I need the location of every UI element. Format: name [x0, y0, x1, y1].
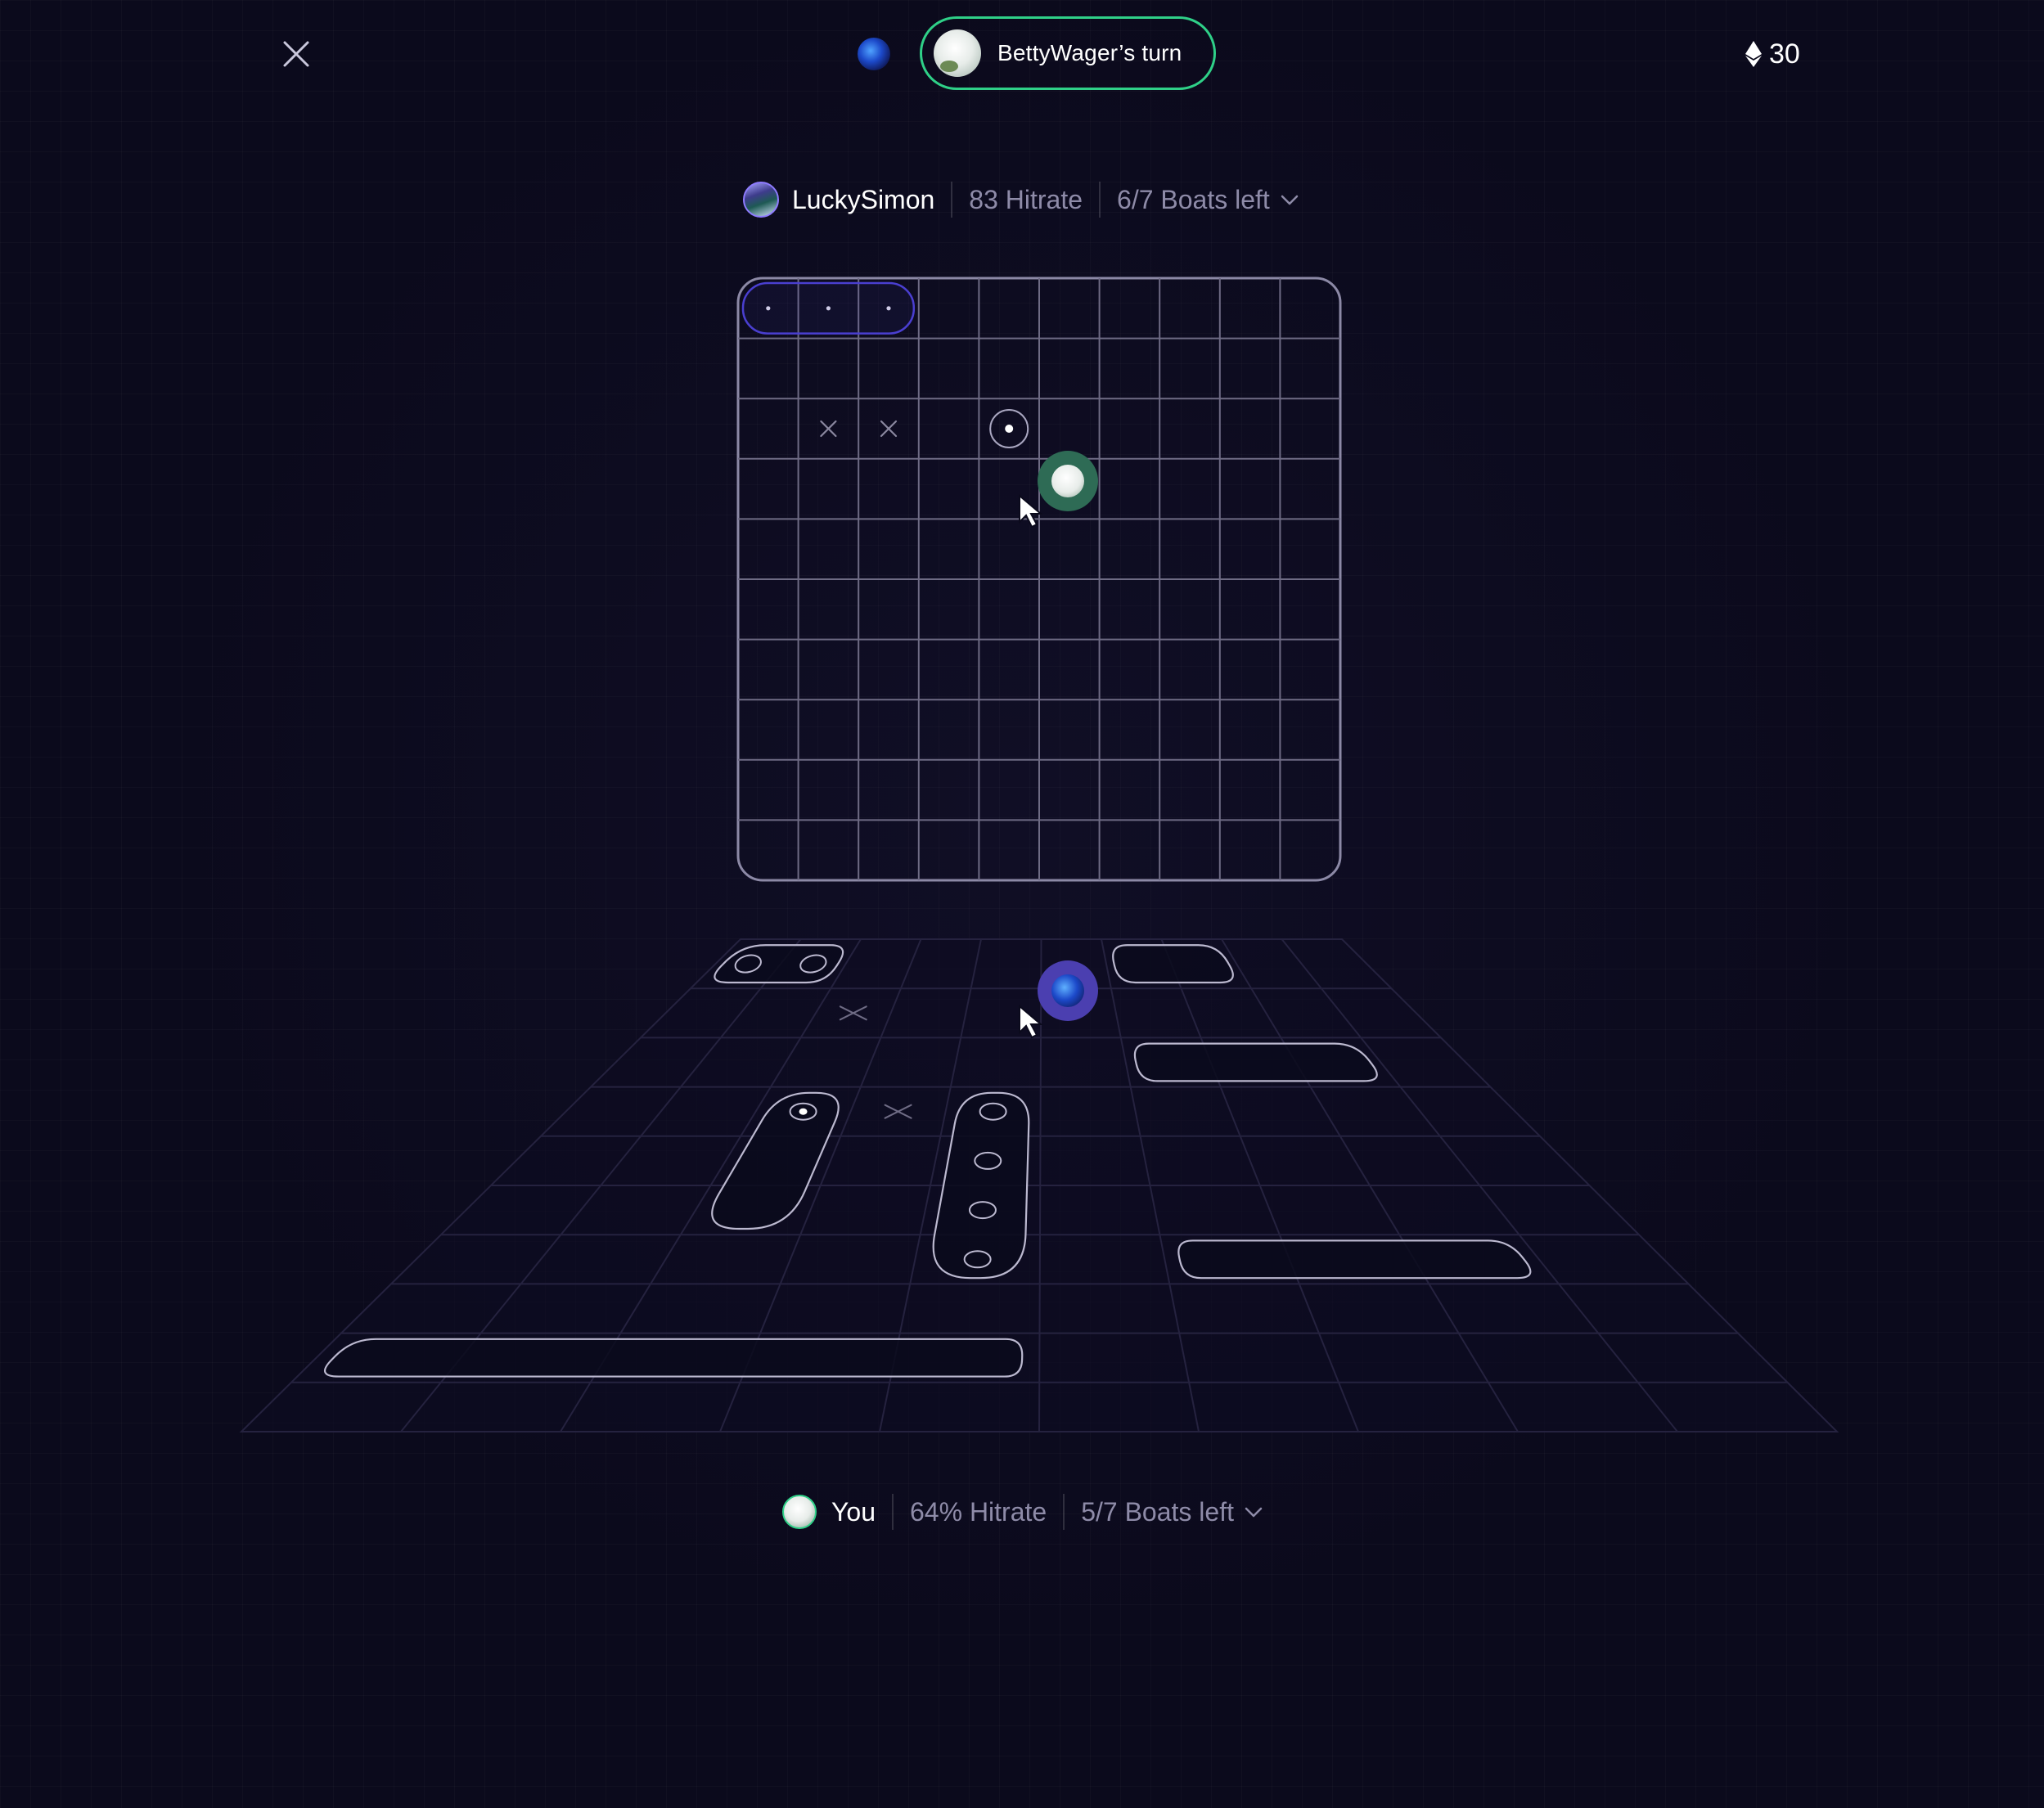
miss-marker [880, 420, 898, 438]
ship [324, 1338, 1024, 1378]
divider [951, 182, 953, 218]
player-avatar [782, 1495, 817, 1529]
balance: 30 [1745, 34, 1800, 74]
chevron-down-icon [1278, 188, 1301, 211]
opponent-board[interactable] [736, 277, 1342, 882]
player-name: You [831, 1496, 876, 1527]
current-turn-avatar [934, 29, 981, 77]
chevron-down-icon [1242, 1500, 1265, 1523]
balance-value: 30 [1769, 38, 1800, 70]
player-boats-left: 5/7 Boats left [1081, 1496, 1234, 1527]
hit-marker [989, 409, 1029, 448]
player-hitrate: 64% Hitrate [910, 1496, 1047, 1527]
ship [1177, 1239, 1532, 1280]
player-info: You 64% Hitrate 5/7 Boats left [782, 1491, 1265, 1533]
opponent-info: LuckySimon 83 Hitrate 6/7 Boats left [743, 178, 1301, 221]
opponent-mini-avatar [858, 38, 890, 70]
divider [892, 1494, 894, 1530]
divider [1063, 1494, 1065, 1530]
opponent-hitrate: 83 Hitrate [969, 184, 1083, 214]
sunk-marker [766, 306, 771, 311]
turn-label: BettyWager’s turn [997, 40, 1182, 65]
divider [1099, 182, 1101, 218]
opponent-name: LuckySimon [792, 184, 935, 214]
sunk-marker [886, 306, 891, 311]
opponent-avatar [743, 182, 779, 218]
opponent-boats-left: 6/7 Boats left [1117, 184, 1270, 214]
close-button[interactable] [277, 34, 316, 74]
opponent-boats-dropdown[interactable]: 6/7 Boats left [1117, 185, 1301, 215]
ship [1112, 944, 1234, 984]
miss-marker [820, 420, 837, 438]
player-boats-dropdown[interactable]: 5/7 Boats left [1081, 1497, 1265, 1527]
ethereum-icon [1745, 41, 1762, 67]
cursor-arrow-icon [1019, 494, 1043, 528]
ship [1133, 1042, 1378, 1082]
cursor-arrow-icon [1019, 1005, 1043, 1039]
sunk-marker [826, 306, 831, 311]
turn-indicator: BettyWager’s turn [920, 16, 1216, 90]
close-icon [283, 41, 309, 67]
game-screen: BettyWager’s turn 30 LuckySimon 83 Hitra… [0, 0, 2044, 1808]
